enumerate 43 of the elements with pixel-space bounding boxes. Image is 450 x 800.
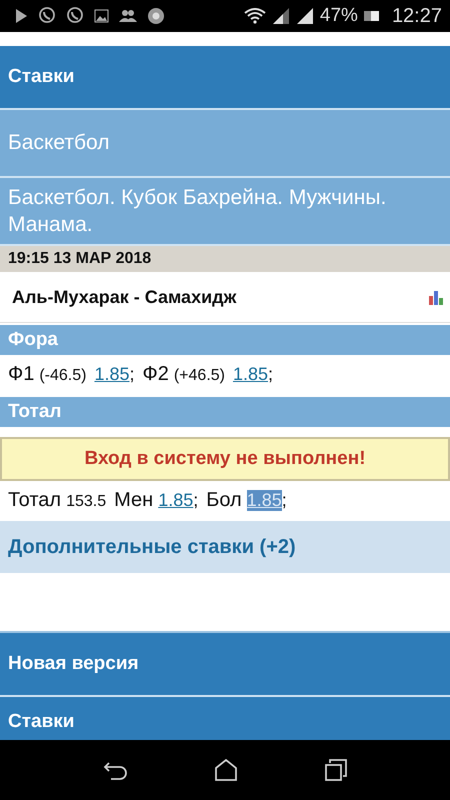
browser-icon [147,7,165,25]
back-icon[interactable] [103,760,128,780]
outcome-label: Бол [206,489,242,512]
section-header: Фора [0,325,450,355]
wifi-icon [244,8,266,24]
outcome-label: Ф1 [8,363,34,386]
more-bets-link[interactable]: Дополнительные ставки (+2) [0,521,450,573]
match-title: Аль-Мухарак - Самахидж [12,286,236,308]
outcome-label: Тотал [8,489,62,512]
event-datetime: 19:15 13 МАР 2018 [0,246,450,272]
section-header: Тотал [0,397,450,427]
odds-link[interactable]: 1.85 [158,490,194,511]
signal-icon [272,8,290,24]
clock: 12:27 [392,4,442,28]
separator: ; [193,490,198,511]
total-value: 153.5 [66,493,106,511]
image-icon [94,9,109,23]
odds-link[interactable]: 1.85 [94,364,130,385]
menu-item[interactable]: Новая версия [0,633,450,697]
outcome-label: Ф2 [142,363,169,386]
phone-chat-icon [66,7,84,25]
odds-link[interactable]: 1.85 [232,364,268,385]
odds-link[interactable]: 1.85 [246,490,282,511]
recent-apps-icon[interactable] [324,759,347,781]
bar-chart-icon[interactable] [428,289,444,305]
people-icon [119,9,137,23]
phone-chat-icon [38,7,56,25]
battery-icon [364,9,380,23]
menu-item[interactable]: Ставки [0,697,450,740]
error-message: Вход в систему не выполнен! [0,437,450,481]
battery-percent: 47% [320,5,358,27]
home-icon[interactable] [214,759,238,781]
handicap-value: (+46.5) [174,367,225,385]
play-icon [14,8,28,24]
menu-item[interactable]: Баскетбол [0,110,450,178]
outcome-label: Мен [114,489,154,512]
separator: ; [130,364,135,385]
menu-item[interactable]: Ставки [0,46,450,110]
separator: ; [268,364,274,385]
handicap-value: (-46.5) [39,367,86,385]
menu-item[interactable]: Баскетбол. Кубок Бахрейна. Мужчины. Манама. [0,178,450,246]
signal-icon [296,8,314,24]
separator: ; [282,490,287,511]
